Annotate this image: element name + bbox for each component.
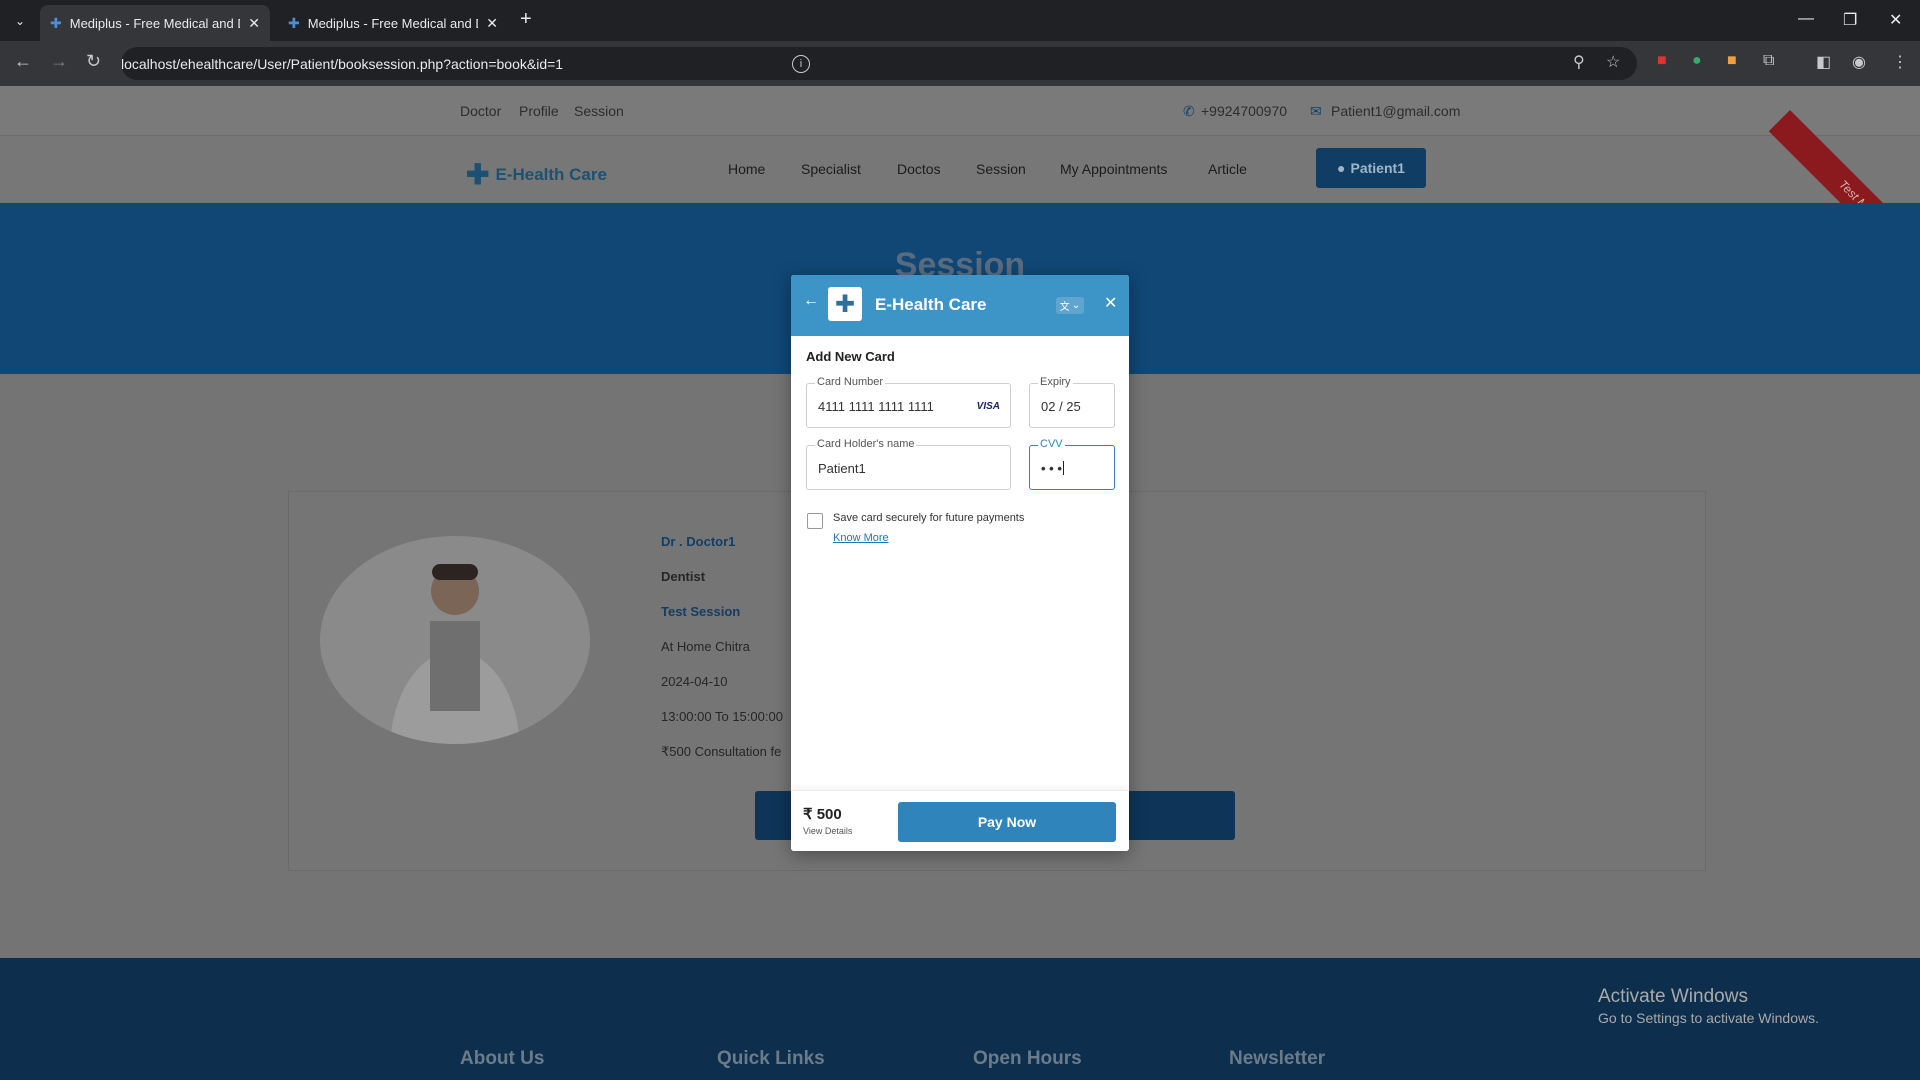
- nav-doctors[interactable]: Doctos: [897, 161, 941, 177]
- top-info-bar: [0, 86, 1920, 136]
- language-icon: 文: [1059, 302, 1070, 313]
- new-tab-icon[interactable]: +: [520, 8, 532, 31]
- phone-number: +9924700970: [1201, 103, 1288, 119]
- nav-specialist[interactable]: Specialist: [801, 161, 861, 177]
- restore-icon[interactable]: ❐: [1843, 10, 1857, 30]
- session-location: At Home Chitra: [661, 639, 750, 654]
- site-header: [0, 136, 1920, 202]
- tab-title: Mediplus - Free Medical and D: [69, 15, 241, 31]
- save-card-checkbox[interactable]: [807, 513, 823, 529]
- side-panel-icon[interactable]: ◧: [1816, 52, 1831, 72]
- cvv-field[interactable]: CVV • • •: [1029, 438, 1115, 490]
- back-icon[interactable]: ←: [14, 51, 32, 72]
- card-number-field[interactable]: Card Number 4111 1111 1111 1111 VISA: [806, 376, 1011, 428]
- doctor-name: Dr . Doctor1: [661, 534, 736, 549]
- logo-cross-icon: ✚: [834, 290, 856, 318]
- tab-search-icon[interactable]: ⌄: [8, 9, 32, 33]
- phone-icon: ✆: [1183, 103, 1195, 119]
- nav-home[interactable]: Home: [728, 161, 765, 177]
- doctor-photo: [320, 536, 590, 744]
- session-fee: ₹500 Consultation fe: [661, 744, 782, 759]
- expiry-field[interactable]: Expiry 02 / 25: [1029, 376, 1115, 428]
- pay-now-button[interactable]: Pay Now: [898, 802, 1116, 842]
- card-holder-label: Card Holder's name: [815, 438, 917, 450]
- browser-tab-active[interactable]: ✚ Mediplus - Free Medical and D ✕: [40, 5, 270, 41]
- site-favicon-icon: ✚: [288, 14, 300, 31]
- card-number-label: Card Number: [815, 376, 886, 388]
- activate-windows-title: Activate Windows: [1598, 986, 1748, 1007]
- close-tab-icon[interactable]: ✕: [486, 15, 498, 32]
- activate-windows-subtitle: Go to Settings to activate Windows.: [1598, 1010, 1819, 1026]
- user-button-label: Patient1: [1350, 160, 1405, 176]
- close-tab-icon[interactable]: ✕: [248, 15, 260, 32]
- card-holder-value: Patient1: [818, 461, 866, 476]
- close-window-icon[interactable]: ✕: [1889, 10, 1902, 30]
- extensions-puzzle-icon[interactable]: ⧉: [1763, 52, 1774, 70]
- logo-text: E-Health Care: [495, 164, 607, 184]
- session-time: 13:00:00 To 15:00:00: [661, 709, 783, 724]
- site-logo[interactable]: ✚ E-Health Care: [466, 158, 607, 191]
- menu-kebab-icon[interactable]: ⋮: [1892, 52, 1908, 72]
- user-account-button[interactable]: ● Patient1: [1316, 148, 1426, 188]
- profile-avatar-icon[interactable]: ◉: [1852, 52, 1866, 72]
- address-bar[interactable]: i localhost/ehealthcare/User/Patient/boo…: [121, 47, 1637, 80]
- chevron-down-icon: ⌄: [1071, 300, 1081, 311]
- top-link-session[interactable]: Session: [574, 103, 624, 119]
- footer-heading-about: About Us: [460, 1048, 545, 1069]
- doctor-speciality: Dentist: [661, 569, 706, 584]
- top-link-profile[interactable]: Profile: [519, 103, 559, 119]
- cvv-value: • • •: [1041, 461, 1062, 476]
- browser-tab[interactable]: ✚ Mediplus - Free Medical and D ✕: [278, 5, 508, 41]
- view-details-link[interactable]: View Details: [803, 826, 852, 836]
- reload-icon[interactable]: ↻: [86, 51, 101, 72]
- bookmark-star-icon[interactable]: ☆: [1606, 52, 1620, 72]
- extension-icon[interactable]: ■: [1727, 52, 1737, 70]
- save-card-text: Save card securely for future payments: [833, 512, 1025, 524]
- cvv-label: CVV: [1038, 438, 1065, 450]
- payment-amount: ₹ 500: [803, 806, 842, 823]
- minimize-icon[interactable]: —: [1798, 10, 1814, 28]
- tab-title: Mediplus - Free Medical and D: [307, 15, 479, 31]
- visa-card-icon: VISA: [976, 401, 1000, 412]
- top-link-doctor[interactable]: Doctor: [460, 103, 501, 119]
- footer-heading-quick-links: Quick Links: [717, 1048, 825, 1069]
- merchant-name: E-Health Care: [875, 295, 987, 314]
- mail-icon: ✉: [1310, 103, 1322, 119]
- site-favicon-icon: ✚: [50, 14, 62, 31]
- zoom-icon[interactable]: ⚲: [1573, 52, 1585, 72]
- footer-heading-open-hours: Open Hours: [973, 1048, 1082, 1069]
- payment-modal: ← ✚ E-Health Care 文 ⌄ ✕ Add New Card Car…: [791, 275, 1129, 851]
- site-info-icon[interactable]: i: [792, 54, 810, 73]
- card-holder-field[interactable]: Card Holder's name Patient1: [806, 438, 1011, 490]
- forward-icon[interactable]: →: [50, 51, 68, 72]
- card-number-value: 4111 1111 1111 1111: [818, 399, 934, 414]
- extension-icon[interactable]: ●: [1692, 52, 1702, 70]
- url-text: localhost/ehealthcare/User/Patient/books…: [121, 55, 564, 72]
- doctor-illustration: [390, 564, 520, 744]
- back-arrow-icon[interactable]: ←: [803, 292, 819, 310]
- logo-cross-icon: ✚: [466, 159, 490, 190]
- nav-my-appointments[interactable]: My Appointments: [1060, 161, 1167, 177]
- user-icon: ●: [1337, 160, 1346, 176]
- expiry-label: Expiry: [1038, 376, 1073, 388]
- email-address: Patient1@gmail.com: [1331, 103, 1461, 119]
- expiry-value: 02 / 25: [1041, 399, 1081, 414]
- merchant-logo: ✚: [828, 287, 862, 321]
- nav-article[interactable]: Article: [1208, 161, 1247, 177]
- close-icon[interactable]: ✕: [1104, 293, 1117, 313]
- extension-icon[interactable]: ■: [1657, 52, 1667, 70]
- language-selector[interactable]: 文 ⌄: [1056, 297, 1084, 314]
- session-title: Test Session: [661, 604, 741, 619]
- nav-session[interactable]: Session: [976, 161, 1026, 177]
- footer-heading-newsletter: Newsletter: [1229, 1048, 1326, 1069]
- session-date: 2024-04-10: [661, 674, 728, 689]
- text-cursor: [1062, 461, 1064, 475]
- know-more-link[interactable]: Know More: [833, 532, 889, 544]
- add-card-heading: Add New Card: [806, 349, 895, 364]
